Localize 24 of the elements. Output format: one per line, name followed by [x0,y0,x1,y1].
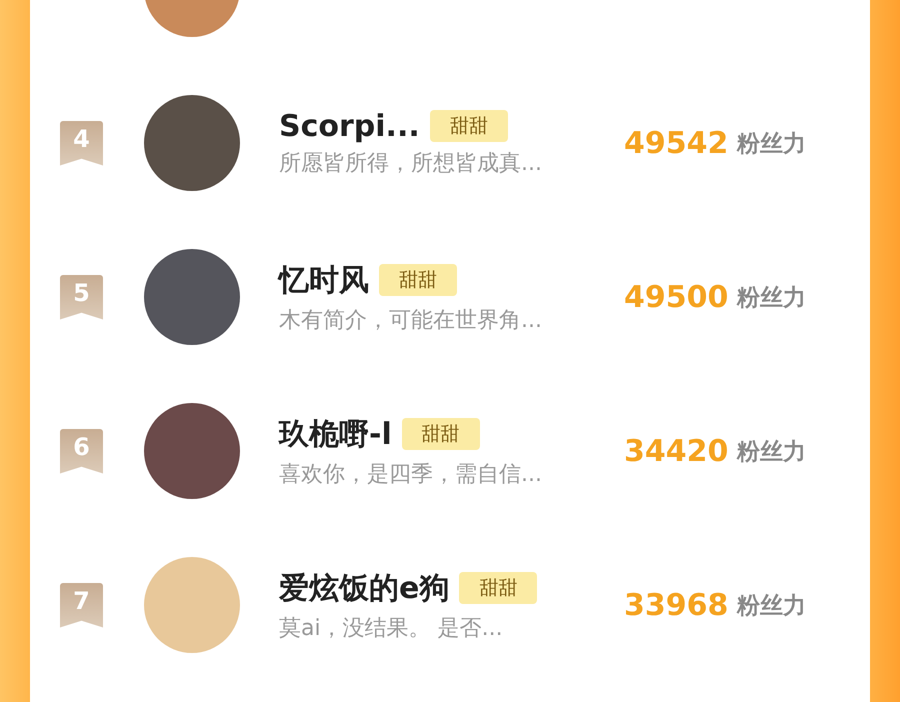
score-unit: 粉丝力 [737,284,806,312]
user-name: 爱炫饭的e狗 [279,570,450,608]
rank-badge: 6 [60,428,103,474]
score-unit: 粉丝力 [737,130,806,158]
rank-badge: 7 [60,582,103,628]
fan-score: 49542 [624,126,730,160]
user-name: Scorpi... [279,108,420,144]
user-bio: 所愿皆所得，所想皆成真... [279,150,543,178]
fan-score: 34420 [624,434,730,468]
user-tag: 甜甜 [402,418,480,450]
score-unit: 粉丝力 [737,438,806,466]
user-tag: 甜甜 [379,264,457,296]
user-bio: 喜欢你，是四季，需自信... [279,460,543,488]
rank-badge: 4 [60,120,103,166]
fan-score: 33968 [624,588,730,622]
score-unit: 粉丝力 [737,592,806,620]
user-bio: 莫ai，没结果。 是否... [279,614,504,642]
fan-score: 49500 [624,280,730,314]
user-bio: 木有简介，可能在世界角... [279,306,543,334]
rank-badge: 5 [60,274,103,320]
user-name: 玖桅嘢-l [279,416,392,454]
user-tag: 甜甜 [430,110,508,142]
user-name: 忆时风 [279,262,369,300]
user-tag: 甜甜 [459,572,538,604]
